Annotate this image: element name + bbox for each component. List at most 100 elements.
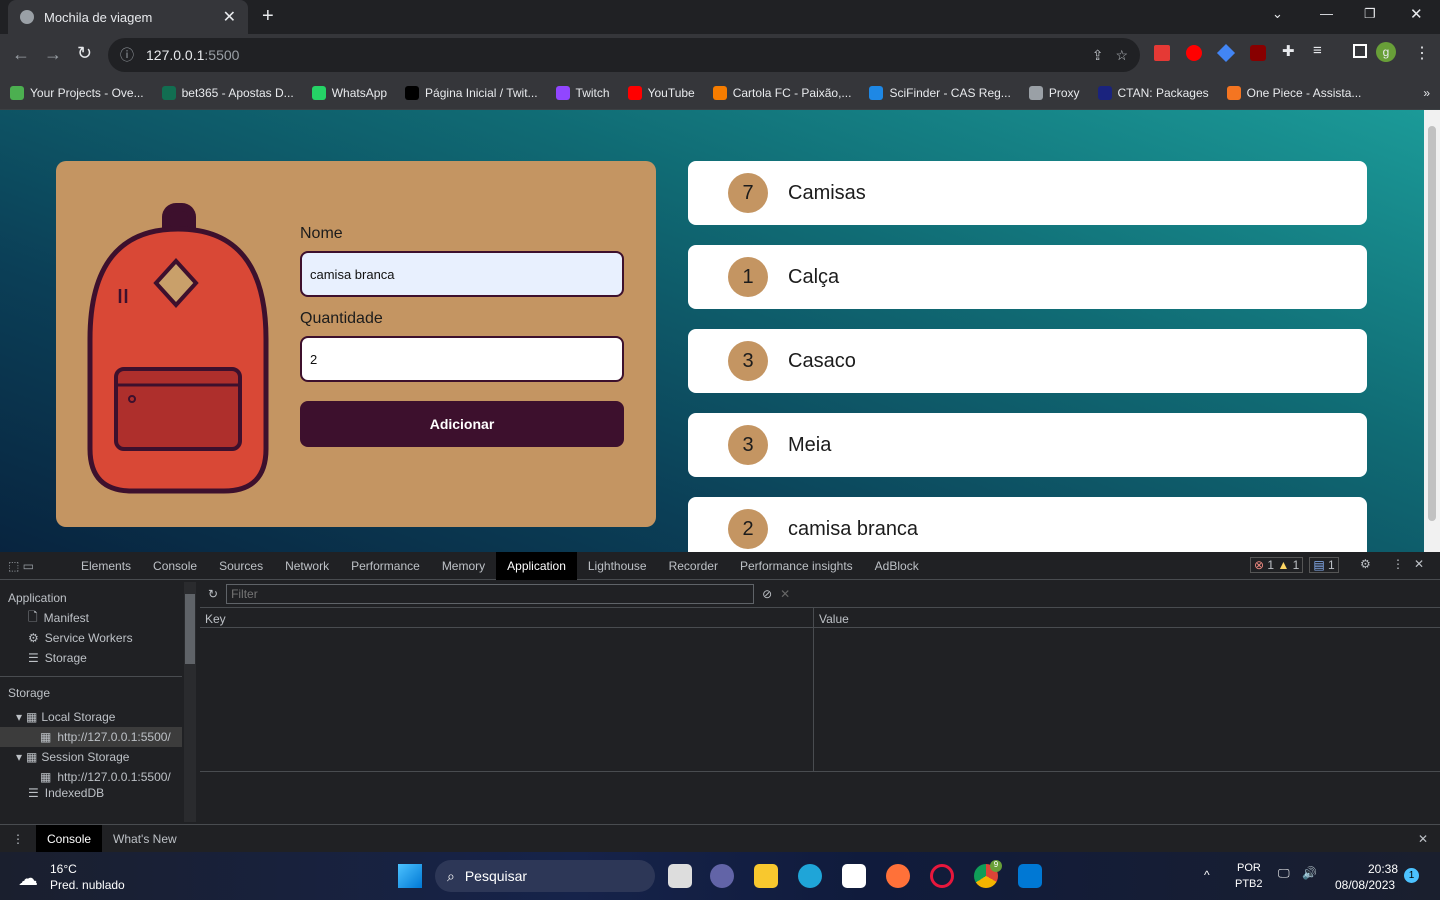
tab-search-icon[interactable]: ⌄ (1272, 6, 1283, 22)
devtools-tab-console[interactable]: Console (142, 552, 208, 580)
bookmark-item[interactable]: Twitch (555, 85, 610, 100)
devtools-tab-performance[interactable]: Performance (340, 552, 431, 580)
language-1[interactable]: POR (1237, 862, 1261, 874)
item-name: Meia (788, 433, 832, 456)
bookmark-item[interactable]: Página Inicial / Twit... (405, 85, 538, 100)
chrome-badge: 9 (990, 860, 1002, 872)
side-panel-icon[interactable] (1353, 44, 1367, 58)
bookmark-item[interactable]: YouTube (627, 85, 695, 100)
clear-all-icon[interactable]: ⊘ (762, 587, 772, 601)
weather-desc[interactable]: Pred. nublado (50, 878, 125, 892)
settings-gear-icon[interactable]: ⚙ (1360, 557, 1371, 571)
tree-local-origin[interactable]: ▦ http://127.0.0.1:5500/ (0, 727, 182, 747)
bookmark-item[interactable]: WhatsApp (311, 85, 387, 100)
bookmark-item[interactable]: bet365 - Apostas D... (161, 85, 294, 100)
edge-icon[interactable] (798, 864, 822, 888)
refresh-icon[interactable]: ↻ (208, 587, 218, 601)
back-icon[interactable]: ← (12, 44, 30, 65)
sidebar-item-storage[interactable]: ☰ Storage (0, 648, 182, 668)
sidebar-scrollbar[interactable] (184, 582, 196, 822)
task-view-icon[interactable] (668, 864, 692, 888)
devtools-tabbar: ⬚ ▭ Elements Console Sources Network Perform… (0, 551, 1440, 580)
profile-avatar[interactable]: g (1376, 42, 1396, 62)
restore-button[interactable]: ❐ (1364, 6, 1376, 22)
browser-tab[interactable]: Mochila de viagem ✕ (8, 0, 248, 34)
bookmark-item[interactable]: Cartola FC - Paixão,... (712, 85, 851, 100)
devtools-tab-elements[interactable]: Elements (70, 552, 142, 580)
item-quantity: 7 (728, 173, 768, 213)
bookmark-item[interactable]: Proxy (1028, 85, 1080, 100)
bookmark-star-icon[interactable]: ☆ (1115, 47, 1128, 64)
start-windows-icon[interactable] (398, 864, 422, 888)
devtools-tab-network[interactable]: Network (274, 552, 340, 580)
drawer-tab-whats-new[interactable]: What's New (102, 825, 188, 853)
minimize-button[interactable]: — (1320, 6, 1333, 21)
tree-session-storage[interactable]: ▾ ▦ Session Storage (0, 747, 182, 767)
extensions-puzzle-icon[interactable]: ✚ (1282, 42, 1295, 60)
more-options-icon[interactable]: ⋮ (1392, 557, 1404, 571)
firefox-icon[interactable] (886, 864, 910, 888)
store-icon[interactable] (842, 864, 866, 888)
close-devtools-icon[interactable]: ✕ (1414, 557, 1424, 571)
volume-icon[interactable]: 🔊 (1302, 866, 1317, 880)
close-drawer-icon[interactable]: ✕ (1418, 832, 1440, 846)
issue-counters[interactable]: ⊗ 1 ▲ 1 ▤ 1 (1250, 557, 1339, 573)
sidebar-item-service-workers[interactable]: ⚙ Service Workers (0, 628, 182, 648)
inspect-device-icons[interactable]: ⬚ ▭ (0, 559, 70, 573)
tree-indexeddb[interactable]: ☰ IndexedDB (0, 787, 182, 799)
devtools-tab-memory[interactable]: Memory (431, 552, 496, 580)
devtools-tab-adblock[interactable]: AdBlock (864, 552, 930, 580)
add-button[interactable]: Adicionar (300, 401, 624, 447)
share-icon[interactable]: ⇪ (1092, 47, 1104, 64)
chat-icon[interactable] (710, 864, 734, 888)
address-bar[interactable]: ⓘ 127.0.0.1:5500 ⇪ ☆ (108, 38, 1140, 72)
clock-time[interactable]: 20:38 (1368, 862, 1398, 876)
bookmark-item[interactable]: One Piece - Assista... (1226, 85, 1361, 100)
reload-icon[interactable]: ↻ (77, 43, 92, 64)
drawer-menu-icon[interactable]: ⋮ (0, 832, 36, 846)
quantity-input[interactable]: 2 (300, 336, 624, 382)
new-tab-button[interactable]: + (262, 5, 274, 28)
tray-chevron-icon[interactable]: ^ (1204, 868, 1210, 882)
bookmark-item[interactable]: Your Projects - Ove... (10, 85, 144, 100)
sidebar-item-manifest[interactable]: 🗋 Manifest (0, 608, 182, 628)
vscode-icon[interactable] (1018, 864, 1042, 888)
extension-icon[interactable] (1216, 43, 1236, 63)
taskbar-search[interactable]: ⌕ Pesquisar (435, 860, 655, 892)
weather-temp[interactable]: 16°C (50, 862, 77, 876)
opera-icon[interactable] (930, 864, 954, 888)
devtools-tab-application[interactable]: Application (496, 551, 577, 580)
delete-selected-icon[interactable]: ✕ (780, 587, 790, 601)
tree-local-storage[interactable]: ▾ ▦ Local Storage (0, 707, 182, 727)
more-bookmarks-icon[interactable]: » (1423, 86, 1430, 100)
devtools-tab-performance-insights[interactable]: Performance insights (729, 552, 864, 580)
network-icon[interactable]: 🖵 (1278, 866, 1290, 881)
filter-input[interactable] (226, 583, 755, 604)
forward-icon[interactable]: → (44, 44, 62, 65)
devtools-tab-recorder[interactable]: Recorder (658, 552, 729, 580)
devtools-tab-sources[interactable]: Sources (208, 552, 274, 580)
drawer-tab-console[interactable]: Console (36, 824, 103, 853)
devtools-tab-lighthouse[interactable]: Lighthouse (577, 552, 658, 580)
file-explorer-icon[interactable] (754, 864, 778, 888)
key-column-header[interactable]: Key (200, 608, 813, 628)
tree-session-origin[interactable]: ▦ http://127.0.0.1:5500/ (0, 767, 182, 787)
bookmark-item[interactable]: CTAN: Packages (1097, 85, 1209, 100)
language-2[interactable]: PTB2 (1235, 878, 1263, 890)
close-window-button[interactable]: ✕ (1410, 5, 1423, 23)
site-info-icon[interactable]: ⓘ (120, 45, 134, 65)
reading-list-icon[interactable]: ≡ (1313, 42, 1322, 59)
close-tab-icon[interactable]: ✕ (223, 7, 236, 27)
name-input[interactable]: camisa branca (300, 251, 624, 297)
extension-icon[interactable] (1154, 45, 1170, 61)
value-column-header[interactable]: Value (814, 608, 1440, 628)
ublock-icon[interactable] (1250, 45, 1266, 61)
bookmark-item[interactable]: SciFinder - CAS Reg... (869, 85, 1011, 100)
menu-icon[interactable]: ⋮ (1414, 43, 1430, 63)
label: Service Workers (44, 631, 133, 645)
adblock-icon[interactable] (1186, 45, 1202, 61)
clock-date[interactable]: 08/08/2023 (1335, 878, 1395, 892)
page-scrollbar[interactable] (1424, 110, 1440, 552)
notification-badge[interactable]: 1 (1404, 868, 1419, 883)
item-name: Casaco (788, 349, 856, 372)
